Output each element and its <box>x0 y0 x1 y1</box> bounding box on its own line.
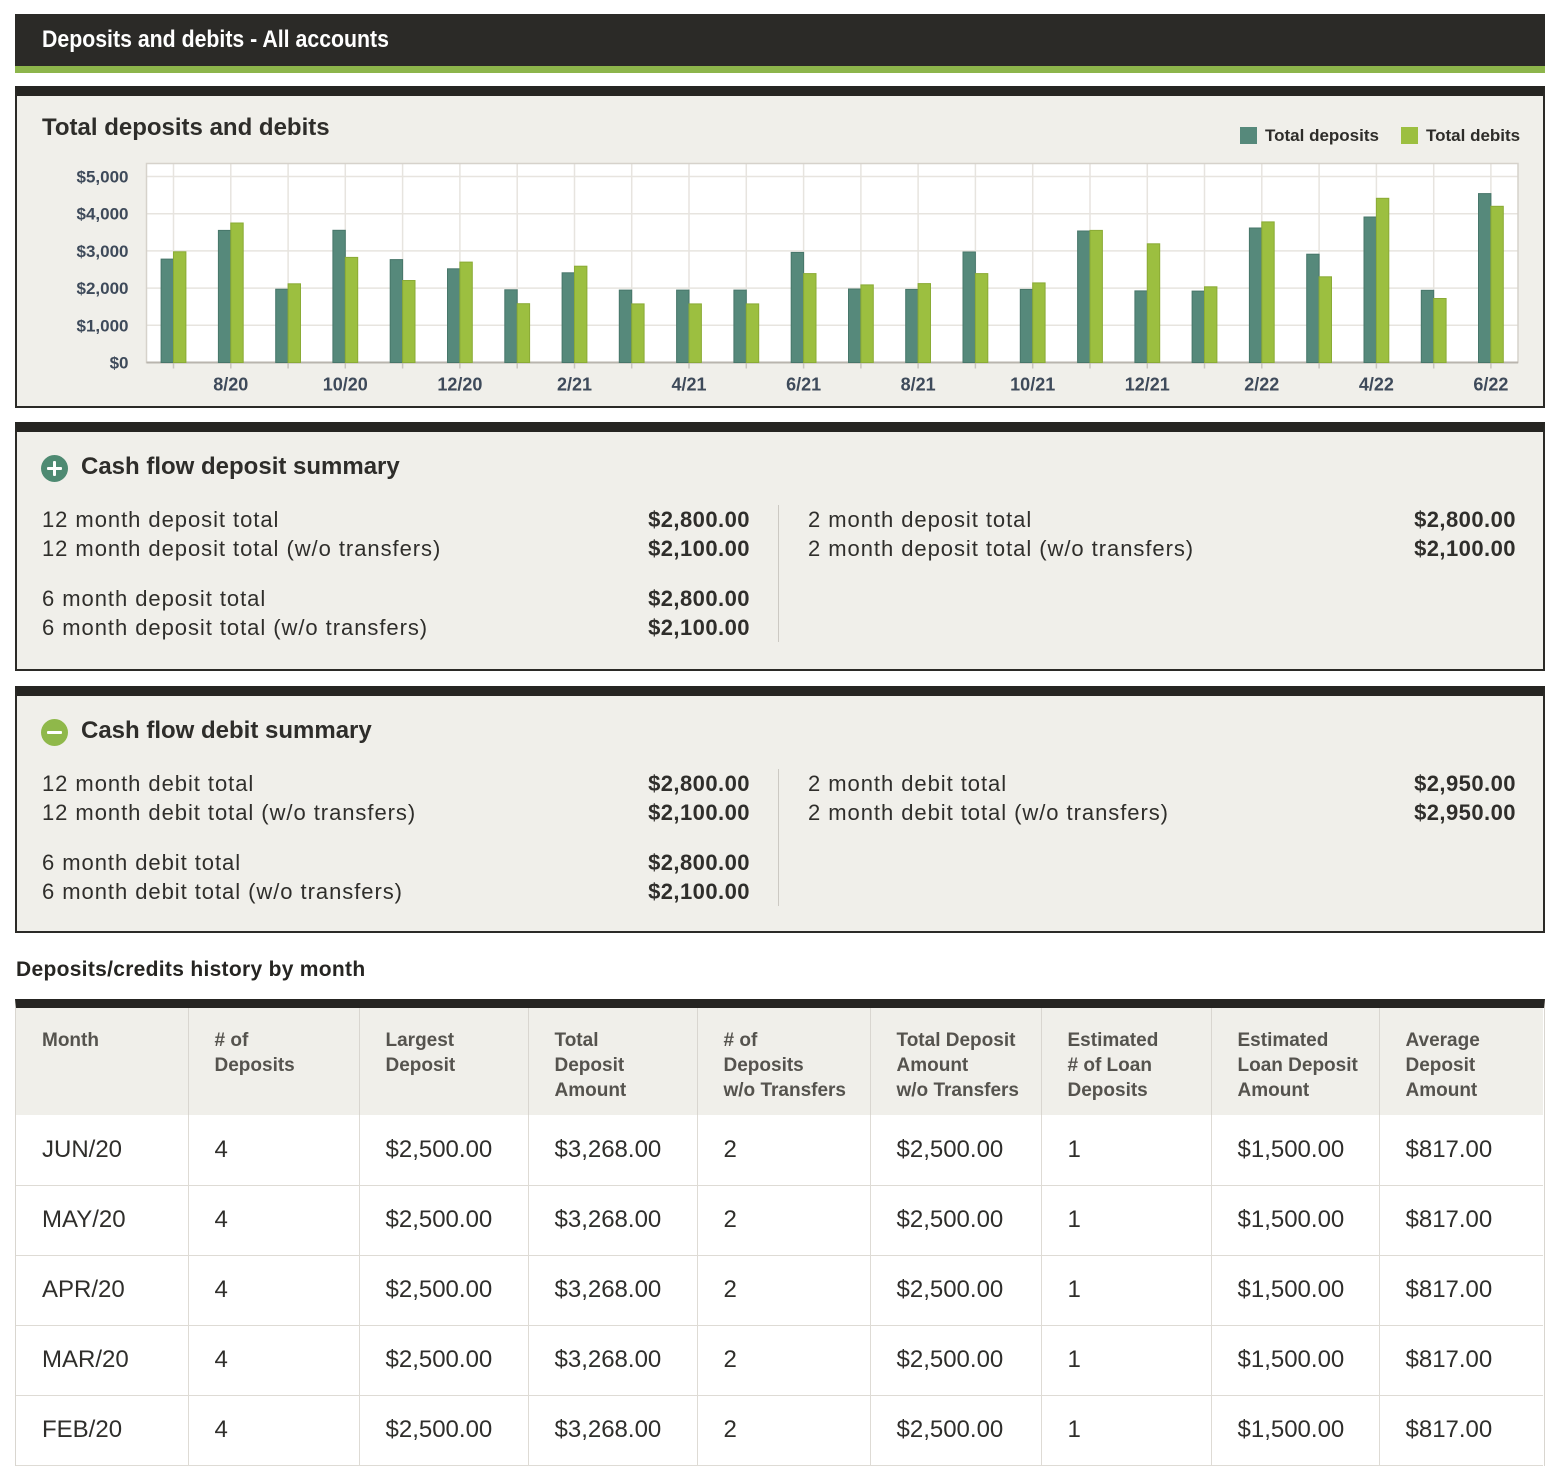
svg-text:$5,000: $5,000 <box>77 168 129 187</box>
svg-text:$3,000: $3,000 <box>77 242 129 261</box>
svg-text:12/21: 12/21 <box>1125 375 1170 395</box>
svg-text:8/20: 8/20 <box>213 375 248 395</box>
svg-text:8/21: 8/21 <box>901 375 936 395</box>
svg-text:6/21: 6/21 <box>786 375 821 395</box>
svg-text:10/20: 10/20 <box>323 375 368 395</box>
svg-text:2/22: 2/22 <box>1244 375 1279 395</box>
svg-text:2/21: 2/21 <box>557 375 592 395</box>
svg-text:$2,000: $2,000 <box>77 279 129 298</box>
svg-text:10/21: 10/21 <box>1010 375 1055 395</box>
svg-text:$4,000: $4,000 <box>77 205 129 224</box>
svg-text:4/22: 4/22 <box>1359 375 1394 395</box>
svg-text:6/22: 6/22 <box>1473 375 1508 395</box>
svg-text:12/20: 12/20 <box>437 375 482 395</box>
svg-text:$1,000: $1,000 <box>77 316 129 335</box>
svg-text:$0: $0 <box>110 354 129 373</box>
svg-text:4/21: 4/21 <box>671 375 706 395</box>
